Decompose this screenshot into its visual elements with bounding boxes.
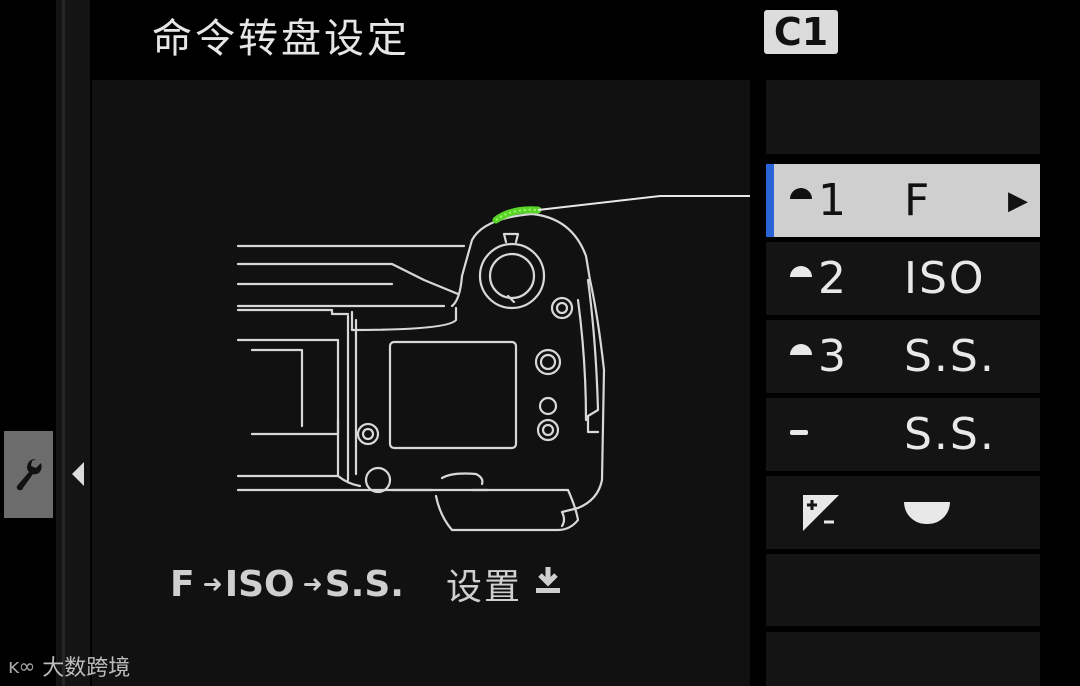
sequence-item-1: F [170,563,195,605]
page-title: 命令转盘设定 [152,16,410,62]
arrow-right-icon: ➜ [302,570,323,598]
dial-flat-icon [790,430,808,435]
download-arrow-icon [532,564,564,604]
menu-row-number: 2 [818,253,846,304]
chevron-right-icon: ▶ [1008,185,1028,216]
sequence-item-3: S.S. [324,563,404,605]
menu-row-empty-bottom [766,554,1040,626]
dial-rear-icon [790,188,812,199]
setup-tab-button[interactable] [4,431,53,518]
dial-menu: 1 F ▶ 2 ISO 3 S.S. S.S. [766,80,1040,686]
selection-indicator [766,164,774,237]
menu-row-value: ISO [904,253,986,304]
set-label: 设置 [445,567,522,608]
arrow-right-icon: ➜ [202,570,223,598]
watermark: ĸ∞ 大数跨境 [8,650,130,682]
menu-row-dial-3[interactable]: 3 S.S. [766,320,1040,393]
sequence-item-2: ISO [224,563,295,605]
menu-row-empty-top [766,80,1040,154]
menu-row-number: 3 [818,331,846,382]
menu-row-empty-bottom-2 [766,632,1040,686]
camera-preview-panel: F ➜ ISO ➜ S.S. 设置 [92,80,750,686]
dial-rear-icon [790,266,812,277]
menu-row-dial-flat[interactable]: S.S. [766,398,1040,471]
exposure-compensation-icon [803,495,839,531]
watermark-text: 大数跨境 [42,656,131,681]
menu-row-value: S.S. [904,331,996,382]
menu-row-exposure-comp[interactable] [766,476,1040,549]
dial-sequence-caption: F ➜ ISO ➜ S.S. 设置 [170,558,564,610]
menu-row-number: 1 [818,175,846,226]
menu-row-value: F [904,175,932,226]
half-dial-icon [904,502,950,524]
dial-rear-icon [790,344,812,355]
menu-row-value: S.S. [904,409,996,460]
custom-setting-badge: C1 [764,10,838,54]
wrench-icon [16,458,42,490]
triangle-left-icon[interactable] [72,462,84,486]
menu-row-dial-1[interactable]: 1 F ▶ [766,164,1040,237]
sidebar-divider [62,0,65,686]
watermark-logo: ĸ∞ [8,654,35,678]
menu-row-dial-2[interactable]: 2 ISO [766,242,1040,315]
